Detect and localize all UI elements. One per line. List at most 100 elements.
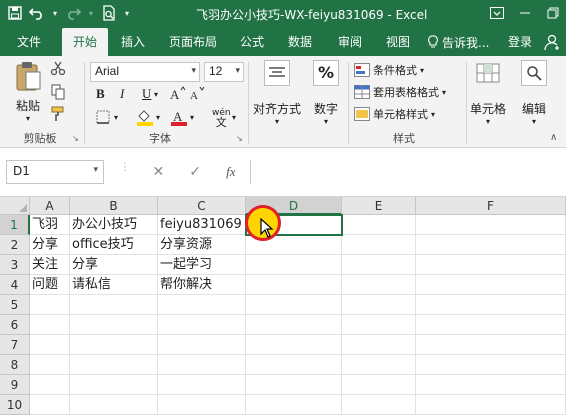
cell-f2[interactable]	[416, 235, 566, 255]
cell-a7[interactable]	[30, 335, 70, 355]
login-button[interactable]: 登录	[508, 28, 532, 56]
cell-f3[interactable]	[416, 255, 566, 275]
cell-a1[interactable]: 飞羽	[30, 215, 70, 235]
cell-a6[interactable]	[30, 315, 70, 335]
tell-me-search[interactable]: 告诉我...	[428, 28, 489, 56]
cell-e8[interactable]	[342, 355, 416, 375]
cancel-icon[interactable]: ✕	[153, 164, 165, 180]
cell-a5[interactable]	[30, 295, 70, 315]
cell-b7[interactable]	[70, 335, 158, 355]
cell-d10[interactable]	[246, 395, 342, 415]
cell-e7[interactable]	[342, 335, 416, 355]
editing-button[interactable]: 编辑 ▾	[514, 60, 554, 126]
row-header-5[interactable]: 5	[0, 295, 30, 315]
cell-f4[interactable]	[416, 275, 566, 295]
cell-e2[interactable]	[342, 235, 416, 255]
cell-a8[interactable]	[30, 355, 70, 375]
row-header-10[interactable]: 10	[0, 395, 30, 415]
cell-f8[interactable]	[416, 355, 566, 375]
italic-button[interactable]: I	[120, 86, 124, 102]
cell-d9[interactable]	[246, 375, 342, 395]
cell-a10[interactable]	[30, 395, 70, 415]
cell-b2[interactable]: office技巧	[70, 235, 158, 255]
format-painter-icon[interactable]	[50, 106, 66, 125]
cell-d8[interactable]	[246, 355, 342, 375]
borders-icon[interactable]	[96, 110, 110, 127]
cell-e1[interactable]	[342, 215, 416, 235]
column-header-a[interactable]: A	[30, 197, 70, 215]
row-header-6[interactable]: 6	[0, 315, 30, 335]
save-icon[interactable]	[6, 4, 24, 22]
row-header-9[interactable]: 9	[0, 375, 30, 395]
row-header-1[interactable]: 1	[0, 215, 30, 235]
undo-icon[interactable]	[28, 4, 46, 22]
tab-home[interactable]: 开始	[62, 28, 108, 56]
tab-review[interactable]: 审阅	[330, 28, 370, 56]
conditional-format-button[interactable]: 条件格式 ▾	[354, 62, 424, 78]
borders-dropdown-icon[interactable]: ▾	[114, 113, 118, 122]
redo-icon[interactable]	[64, 4, 82, 22]
customize-icon[interactable]: ▾	[122, 4, 132, 22]
fill-color-dropdown-icon[interactable]: ▾	[156, 113, 160, 122]
cell-c9[interactable]	[158, 375, 246, 395]
collapse-ribbon-icon[interactable]: ∧	[550, 132, 557, 143]
cell-b1[interactable]: 办公小技巧	[70, 215, 158, 235]
font-color-icon[interactable]: A	[170, 108, 188, 129]
cell-c8[interactable]	[158, 355, 246, 375]
cell-a2[interactable]: 分享	[30, 235, 70, 255]
cell-b4[interactable]: 请私信	[70, 275, 158, 295]
cell-b6[interactable]	[70, 315, 158, 335]
copy-icon[interactable]	[50, 84, 66, 103]
cell-b3[interactable]: 分享	[70, 255, 158, 275]
cell-c4[interactable]: 帮你解决	[158, 275, 246, 295]
tab-insert[interactable]: 插入	[112, 28, 154, 56]
select-all-corner[interactable]	[0, 197, 30, 215]
cell-e3[interactable]	[342, 255, 416, 275]
underline-dropdown-icon[interactable]: ▾	[154, 90, 158, 99]
enter-icon[interactable]: ✓	[189, 164, 201, 180]
print-preview-icon[interactable]	[100, 4, 118, 22]
column-header-b[interactable]: B	[70, 197, 158, 215]
cell-d5[interactable]	[246, 295, 342, 315]
cell-c2[interactable]: 分享资源	[158, 235, 246, 255]
formula-input[interactable]	[250, 160, 566, 184]
cell-d4[interactable]	[246, 275, 342, 295]
tab-formulas[interactable]: 公式	[232, 28, 272, 56]
row-header-3[interactable]: 3	[0, 255, 30, 275]
tab-view[interactable]: 视图	[378, 28, 418, 56]
tab-page-layout[interactable]: 页面布局	[162, 28, 224, 56]
tab-file[interactable]: 文件	[8, 28, 50, 56]
font-name-select[interactable]: Arial ▾	[90, 62, 200, 82]
row-header-8[interactable]: 8	[0, 355, 30, 375]
tab-data[interactable]: 数据	[280, 28, 320, 56]
cell-f6[interactable]	[416, 315, 566, 335]
cell-d6[interactable]	[246, 315, 342, 335]
cell-f1[interactable]	[416, 215, 566, 235]
underline-button[interactable]: U	[142, 86, 151, 102]
decrease-font-icon[interactable]: A	[190, 86, 206, 103]
cell-b8[interactable]	[70, 355, 158, 375]
clipboard-launcher-icon[interactable]: ↘	[72, 134, 79, 143]
cell-c6[interactable]	[158, 315, 246, 335]
alignment-button[interactable]: 对齐方式 ▾	[250, 60, 304, 126]
minimize-icon[interactable]	[516, 4, 534, 22]
cell-c5[interactable]	[158, 295, 246, 315]
cell-e6[interactable]	[342, 315, 416, 335]
drag-handle-icon[interactable]: ⋮	[120, 162, 130, 173]
redo-dropdown-icon[interactable]: ▾	[86, 4, 96, 22]
cell-e9[interactable]	[342, 375, 416, 395]
cell-c1[interactable]: feiyu831069	[158, 215, 246, 235]
column-header-e[interactable]: E	[342, 197, 416, 215]
increase-font-icon[interactable]: A	[170, 86, 186, 103]
cell-c7[interactable]	[158, 335, 246, 355]
format-as-table-button[interactable]: 套用表格格式 ▾	[354, 84, 446, 100]
cell-a4[interactable]: 问题	[30, 275, 70, 295]
column-header-c[interactable]: C	[158, 197, 246, 215]
row-header-4[interactable]: 4	[0, 275, 30, 295]
row-header-7[interactable]: 7	[0, 335, 30, 355]
number-format-button[interactable]: % 数字 ▾	[308, 60, 344, 126]
share-user-icon[interactable]	[544, 33, 562, 51]
cell-a9[interactable]	[30, 375, 70, 395]
cell-c10[interactable]	[158, 395, 246, 415]
cell-c3[interactable]: 一起学习	[158, 255, 246, 275]
